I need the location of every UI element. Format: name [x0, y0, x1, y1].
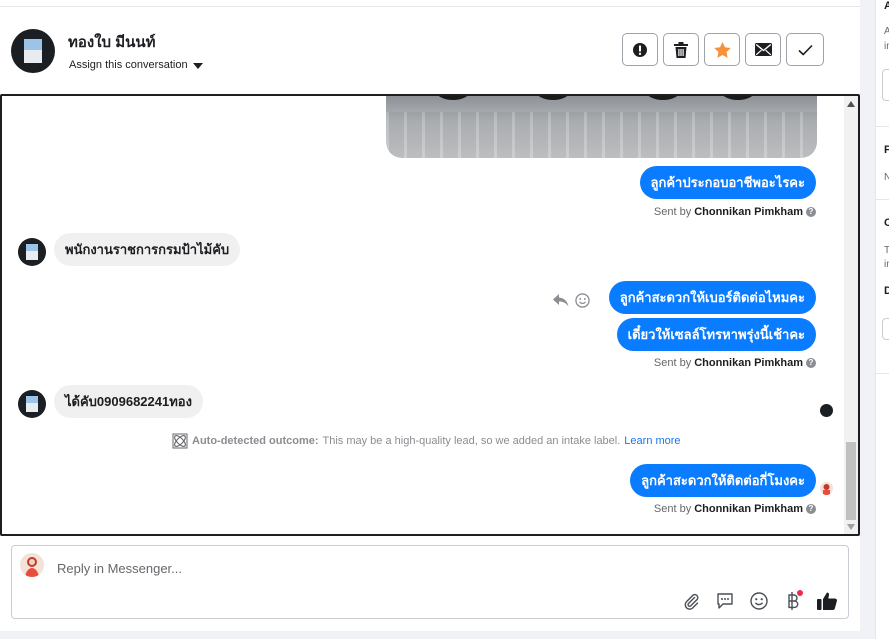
trash-icon: [674, 41, 688, 58]
help-icon[interactable]: ?: [806, 207, 816, 217]
react-emoji-icon[interactable]: [575, 293, 590, 308]
alert-circle-icon: [633, 42, 647, 57]
seen-indicator-avatar: [820, 482, 833, 495]
speech-bubble-icon: [717, 593, 733, 609]
conversation-actions: [622, 33, 824, 66]
envelope-icon: [754, 43, 772, 56]
assign-label: Assign this conversation: [69, 59, 188, 71]
star-icon: [713, 41, 731, 58]
assign-conversation-dropdown[interactable]: Assign this conversation: [69, 59, 203, 71]
message-thread[interactable]: ลูกค้าประกอบอาชีพอะไรคะ Sent by Chonnika…: [0, 94, 860, 536]
thumbs-up-icon: [817, 592, 837, 610]
notification-dot: [797, 590, 803, 596]
sent-by-label: Sent by Chonnikan Pimkham ?: [654, 357, 816, 369]
sent-by-label: Sent by Chonnikan Pimkham ?: [654, 206, 816, 218]
message-outgoing[interactable]: เดี๋ยวให้เซลล์โทรหาพรุ่งนี้เช้าคะ: [616, 318, 816, 351]
mark-unread-button[interactable]: [745, 33, 781, 66]
payment-button[interactable]: [782, 590, 804, 612]
composer-tools: [680, 590, 838, 612]
report-spam-button[interactable]: [622, 33, 658, 66]
emoji-button[interactable]: [748, 590, 770, 612]
contact-name[interactable]: ทองใบ มีนนท์: [68, 30, 156, 54]
scroll-thumb[interactable]: [846, 442, 856, 520]
scroll-up-arrow[interactable]: [847, 101, 855, 107]
contact-avatar[interactable]: [11, 29, 55, 73]
message-incoming[interactable]: พนักงานราชการกรมป้าไม้คับ: [54, 233, 241, 266]
star-button[interactable]: [704, 33, 740, 66]
message-incoming[interactable]: ได้คับ0909682241ทอง: [54, 385, 203, 418]
delete-button[interactable]: [663, 33, 699, 66]
emoji-icon: [750, 592, 768, 610]
message-outgoing[interactable]: ลูกค้าประกอบอาชีพอะไรคะ: [639, 166, 816, 199]
atom-icon: [172, 433, 188, 449]
attach-button[interactable]: [680, 590, 702, 612]
reply-input[interactable]: [55, 556, 659, 580]
side-dropdown[interactable]: [882, 318, 889, 340]
details-side-panel: A A in F N C T in D: [875, 0, 889, 639]
saved-replies-button[interactable]: [714, 590, 736, 612]
side-input[interactable]: [882, 69, 889, 101]
message-outgoing[interactable]: ลูกค้าสะดวกให้ติดต่อกี่โมงคะ: [630, 464, 816, 497]
sent-by-label: Sent by Chonnikan Pimkham ?: [654, 503, 816, 515]
help-icon[interactable]: ?: [806, 358, 816, 368]
chevron-down-icon: [192, 62, 203, 69]
conversation-header: ทองใบ มีนนท์ Assign this conversation: [0, 7, 860, 93]
message-hover-tools: [553, 293, 590, 308]
auto-detected-outcome: Auto-detected outcome: This may be a hig…: [172, 433, 681, 449]
like-button[interactable]: [816, 590, 838, 612]
check-icon: [797, 44, 813, 56]
scroll-down-arrow[interactable]: [847, 524, 855, 530]
help-icon[interactable]: ?: [806, 504, 816, 514]
agent-avatar: [20, 553, 44, 577]
seen-indicator-avatar: [820, 404, 833, 417]
contact-avatar-small[interactable]: [18, 238, 46, 266]
learn-more-link[interactable]: Learn more: [624, 435, 680, 447]
reply-icon[interactable]: [553, 293, 569, 308]
reply-composer: [11, 545, 849, 619]
thread-scrollbar[interactable]: [844, 96, 858, 534]
conversation-panel: ทองใบ มีนนท์ Assign this conversation ลู…: [0, 0, 860, 631]
message-outgoing[interactable]: ลูกค้าสะดวกให้เบอร์ติดต่อไหมคะ: [608, 281, 816, 314]
mark-done-button[interactable]: [786, 33, 824, 66]
shared-photo[interactable]: [386, 96, 817, 158]
paperclip-icon: [684, 593, 699, 610]
contact-avatar-small[interactable]: [18, 390, 46, 418]
